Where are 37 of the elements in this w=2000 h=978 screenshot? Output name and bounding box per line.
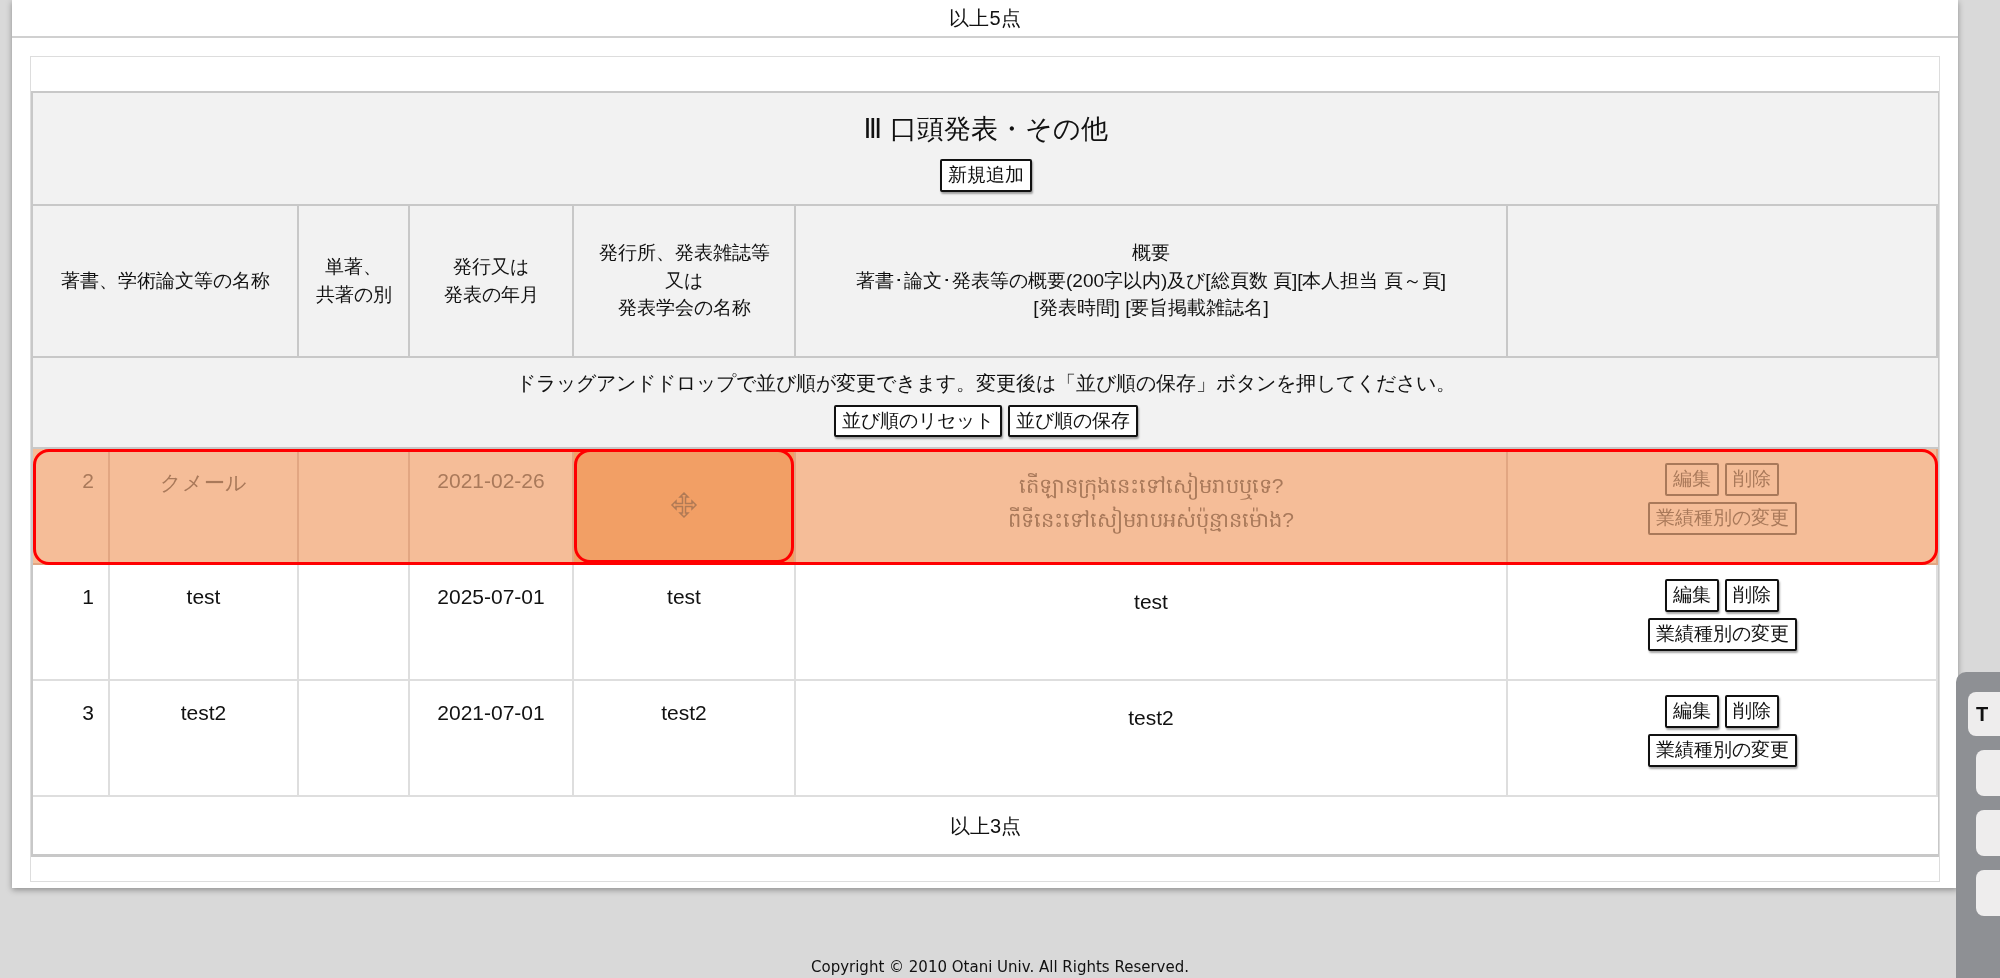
column-header: 発行所、発表雑誌等 又は 発表学会の名称 (574, 205, 796, 356)
row-number: 1 (33, 565, 110, 682)
date-cell: 2025-07-01 (410, 565, 574, 682)
change-category-button[interactable]: 業績種別の変更 (1647, 734, 1797, 767)
toolbar-button[interactable]: T (1968, 692, 2000, 736)
edit-button[interactable]: 編集 (1665, 695, 1719, 729)
total-count: 以上3点 (949, 814, 1022, 840)
column-header: 著書、学術論文等の名称 (33, 205, 299, 356)
reset-order-button[interactable]: 並び順のリセット (833, 404, 1002, 438)
publisher-cell: test (574, 565, 796, 682)
title-cell: test (110, 565, 299, 682)
copyright-text: Copyright © 2010 Otani Univ. All Rights Reserved. (811, 958, 1189, 976)
column-header: 発行又は 発表の年月 (410, 205, 574, 356)
summary-cell: test (796, 565, 1508, 682)
row-number: 2 (33, 449, 110, 566)
toolbar-button[interactable] (1976, 810, 2000, 856)
table-row[interactable]: 1 test 2025-07-01 test test 編集 削除 業績種別の変更 (33, 565, 1938, 682)
toolbar-button[interactable] (1976, 750, 2000, 796)
total-count: 以上5点 (949, 5, 1021, 31)
publisher-cell: test2 (574, 681, 796, 798)
edit-button[interactable]: 編集 (1665, 579, 1719, 613)
save-order-button[interactable]: 並び順の保存 (1007, 404, 1138, 438)
delete-button[interactable]: 削除 (1725, 579, 1779, 613)
date-cell: 2021-07-01 (410, 681, 574, 798)
notice-text: ドラッグアンドドロップで並び順が変更できます。変更後は「並び順の保存」ボタンを押してください。 (515, 370, 1456, 396)
column-header: 単著、 共著の別 (299, 205, 410, 356)
delete-button[interactable]: 削除 (1725, 695, 1779, 729)
move-icon[interactable] (670, 491, 698, 520)
add-new-button[interactable]: 新規追加 (939, 159, 1032, 192)
summary-cell: test2 (796, 681, 1508, 798)
row-number: 3 (33, 681, 110, 798)
section-title: Ⅲ 口頭発表・その他 (863, 113, 1108, 146)
toolbar-button[interactable] (1976, 870, 2000, 916)
column-header: 概要 著書･論文･発表等の概要(200字以内)及び[総頁数 頁][本人担当 頁～頁] [発表時間] [要旨掲載雑誌名] (796, 205, 1508, 356)
change-category-button[interactable]: 業績種別の変更 (1647, 618, 1797, 651)
title-cell: test2 (110, 681, 299, 798)
table-row[interactable]: 3 test2 2021-07-01 test2 test2 編集 削除 業績種別の変更 (33, 681, 1938, 798)
